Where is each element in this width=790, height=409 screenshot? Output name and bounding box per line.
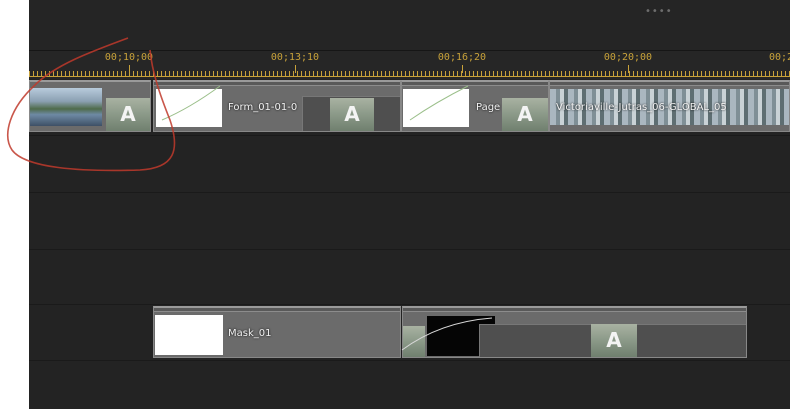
thumbnail-curve-page (409, 85, 469, 121)
thumbnail-curve-form (161, 85, 221, 121)
annotation-overlay (7, 37, 493, 351)
thumbnail-curve-mask (401, 317, 493, 351)
hand-drawn-circle-annotation (7, 37, 176, 172)
